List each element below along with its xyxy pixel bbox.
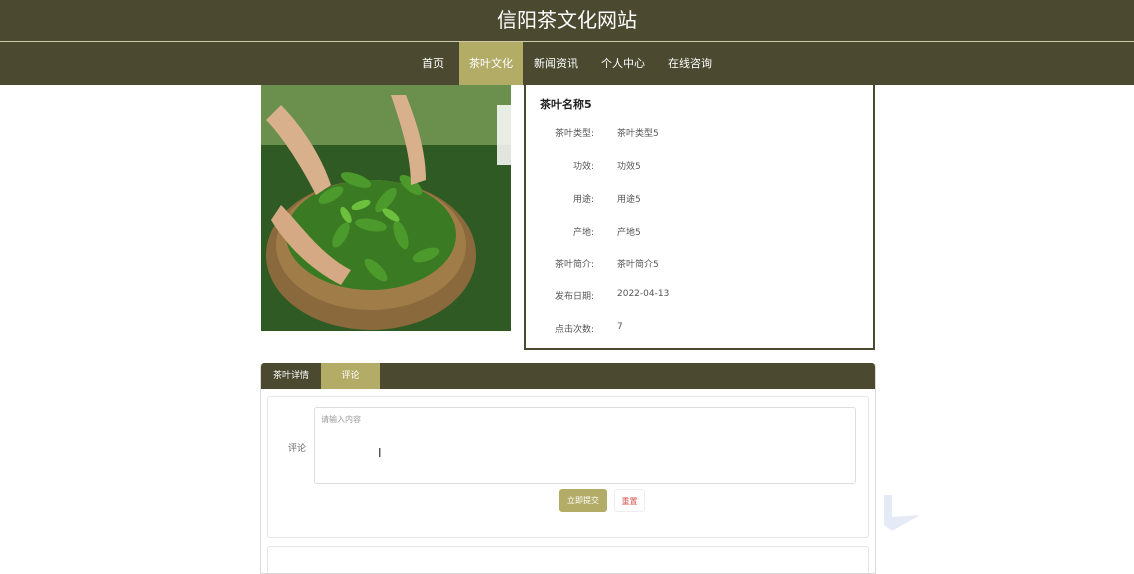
nav-item-profile[interactable]: 个人中心 — [596, 42, 650, 85]
nav-item-news[interactable]: 新闻资讯 — [529, 42, 583, 85]
nav-item-home[interactable]: 首页 — [415, 42, 451, 85]
nav-item-tea-culture[interactable]: 茶叶文化 — [459, 42, 523, 85]
field-value-publish-date: 2022-04-13 — [617, 289, 670, 299]
field-label-type: 茶叶类型: — [554, 129, 594, 139]
submit-button[interactable]: 立即提交 — [559, 489, 607, 512]
product-name: 茶叶名称5 — [540, 98, 592, 111]
tab-comments[interactable]: 评论 — [321, 363, 380, 389]
decorative-arrow-icon — [884, 495, 920, 531]
comment-list — [267, 546, 869, 573]
reset-button[interactable]: 重置 — [614, 489, 645, 512]
field-label-origin: 产地: — [572, 228, 594, 238]
field-value-efficacy: 功效5 — [617, 162, 641, 172]
tab-tea-details[interactable]: 茶叶详情 — [261, 363, 321, 389]
field-label-publish-date: 发布日期: — [554, 292, 594, 302]
main-nav: 首页 茶叶文化 新闻资讯 个人中心 在线咨询 — [0, 42, 1134, 85]
comment-form: 评论 请输入内容 立即提交 重置 — [267, 396, 869, 538]
site-title: 信阳茶文化网站 — [497, 8, 637, 32]
detail-tabs-panel: 茶叶详情 评论 评论 请输入内容 立即提交 重置 — [260, 363, 876, 574]
field-value-usage: 用途5 — [617, 195, 641, 205]
field-value-origin: 产地5 — [617, 228, 641, 238]
tea-leaves-illustration — [261, 85, 511, 331]
text-cursor-icon: I — [378, 446, 382, 460]
comment-textarea[interactable]: 请输入内容 — [314, 407, 856, 484]
field-value-clicks: 7 — [617, 322, 623, 332]
nav-item-consult[interactable]: 在线咨询 — [663, 42, 717, 85]
field-label-clicks: 点击次数: — [554, 325, 594, 335]
field-value-type: 茶叶类型5 — [617, 129, 659, 139]
product-photo — [261, 85, 511, 331]
product-info-box — [524, 85, 875, 350]
site-header: 信阳茶文化网站 — [0, 0, 1134, 41]
comment-label: 评论 — [288, 444, 307, 454]
field-label-intro: 茶叶简介: — [554, 260, 594, 270]
tab-bar: 茶叶详情 评论 — [261, 363, 875, 389]
field-value-intro: 茶叶简介5 — [617, 260, 659, 270]
field-label-usage: 用途: — [572, 195, 594, 205]
field-label-efficacy: 功效: — [572, 162, 594, 172]
